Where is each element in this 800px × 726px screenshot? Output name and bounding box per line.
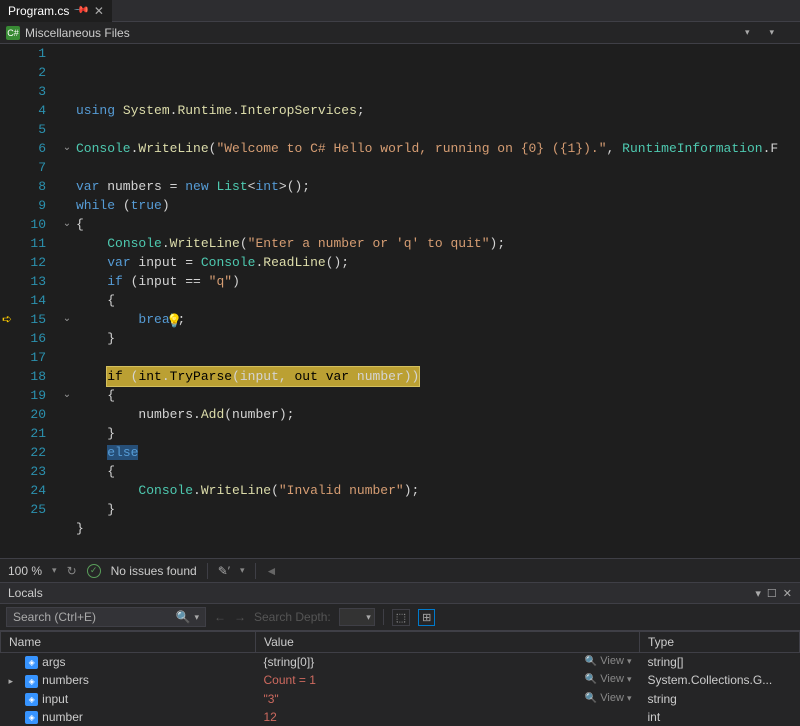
col-type[interactable]: Type (640, 632, 800, 653)
csharp-icon: C# (6, 26, 20, 40)
wand-icon[interactable]: ✎′ (218, 564, 230, 578)
zoom-level[interactable]: 100 % (8, 564, 42, 578)
code-area[interactable]: 💡 using System.Runtime.InteropServices;C… (76, 44, 800, 558)
col-name[interactable]: Name (1, 632, 256, 653)
dropdown-icon[interactable]: ▾ (240, 565, 245, 576)
locals-header-row: Name Value Type (1, 632, 800, 653)
line-number-gutter: 1234567891011121314151617181920212223242… (18, 44, 58, 558)
context-bar: C# Miscellaneous Files ▾ ▾ (0, 22, 800, 44)
nav-left-icon[interactable]: ◄ (266, 564, 278, 578)
search-depth-select[interactable]: ▾ (339, 608, 375, 626)
nav-forward-icon[interactable]: → (234, 610, 246, 624)
locals-row[interactable]: ▸ ◈numbersCount = 1🔍 View ▾System.Collec… (1, 671, 800, 689)
divider (383, 609, 384, 625)
locals-row[interactable]: ◈number12int (1, 708, 800, 726)
locals-title: Locals (8, 586, 43, 600)
editor-status-bar: 100 % ▾ ↻ ✓ No issues found ✎′ ▾ ◄ (0, 558, 800, 582)
context-label: Miscellaneous Files (25, 26, 130, 40)
pin-icon[interactable]: 📌 (73, 2, 90, 19)
locals-row[interactable]: ◈args{string[0]}🔍 View ▾string[] (1, 653, 800, 672)
zoom-dropdown-icon[interactable]: ▾ (52, 565, 57, 576)
search-icon: 🔍 (176, 610, 191, 624)
col-value[interactable]: Value (256, 632, 640, 653)
locals-search-input[interactable]: Search (Ctrl+E) 🔍 ▾ (6, 607, 206, 627)
chevron-down-icon: ▾ (745, 27, 750, 38)
search-placeholder: Search (Ctrl+E) (13, 610, 96, 624)
close-icon[interactable]: ✕ (94, 4, 104, 18)
locals-row[interactable]: ◈input"3"🔍 View ▾string (1, 690, 800, 708)
issues-text: No issues found (111, 564, 197, 578)
chevron-down-icon[interactable]: ▾ (769, 27, 774, 38)
execution-pointer-icon: ➪ (2, 311, 12, 330)
context-dropdown[interactable]: C# Miscellaneous Files ▾ (6, 26, 769, 40)
pin-icon[interactable]: ☐ (767, 587, 777, 600)
tab-filename: Program.cs (8, 4, 69, 18)
locals-header: Locals ▾ ☐ ✕ (0, 583, 800, 604)
breakpoint-gutter[interactable]: ➪ (0, 44, 18, 558)
lightbulb-icon[interactable]: 💡 (166, 312, 182, 331)
code-editor[interactable]: ➪ 12345678910111213141516171819202122232… (0, 44, 800, 558)
nav-back-icon[interactable]: ← (214, 610, 226, 624)
locals-panel: Locals ▾ ☐ ✕ Search (Ctrl+E) 🔍 ▾ ← → Sea… (0, 582, 800, 726)
window-menu-icon[interactable]: ▾ (755, 587, 761, 600)
locals-toolbar: Search (Ctrl+E) 🔍 ▾ ← → Search Depth: ▾ … (0, 604, 800, 631)
close-icon[interactable]: ✕ (783, 587, 792, 600)
sync-icon[interactable]: ↻ (67, 564, 77, 578)
divider (207, 563, 208, 579)
fold-gutter[interactable]: ⌄⌄⌄⌄ (58, 44, 76, 558)
tool-list-icon[interactable]: ⊞ (418, 609, 435, 626)
search-depth-label: Search Depth: (254, 610, 331, 624)
locals-table: Name Value Type ◈args{string[0]}🔍 View ▾… (0, 631, 800, 726)
tab-bar: Program.cs 📌 ✕ (0, 0, 800, 22)
divider (255, 563, 256, 579)
tool-tree-icon[interactable]: ⬚ (392, 609, 410, 626)
editor-tab[interactable]: Program.cs 📌 ✕ (0, 0, 112, 22)
dropdown-icon[interactable]: ▾ (194, 612, 199, 623)
health-check-icon: ✓ (87, 564, 101, 578)
